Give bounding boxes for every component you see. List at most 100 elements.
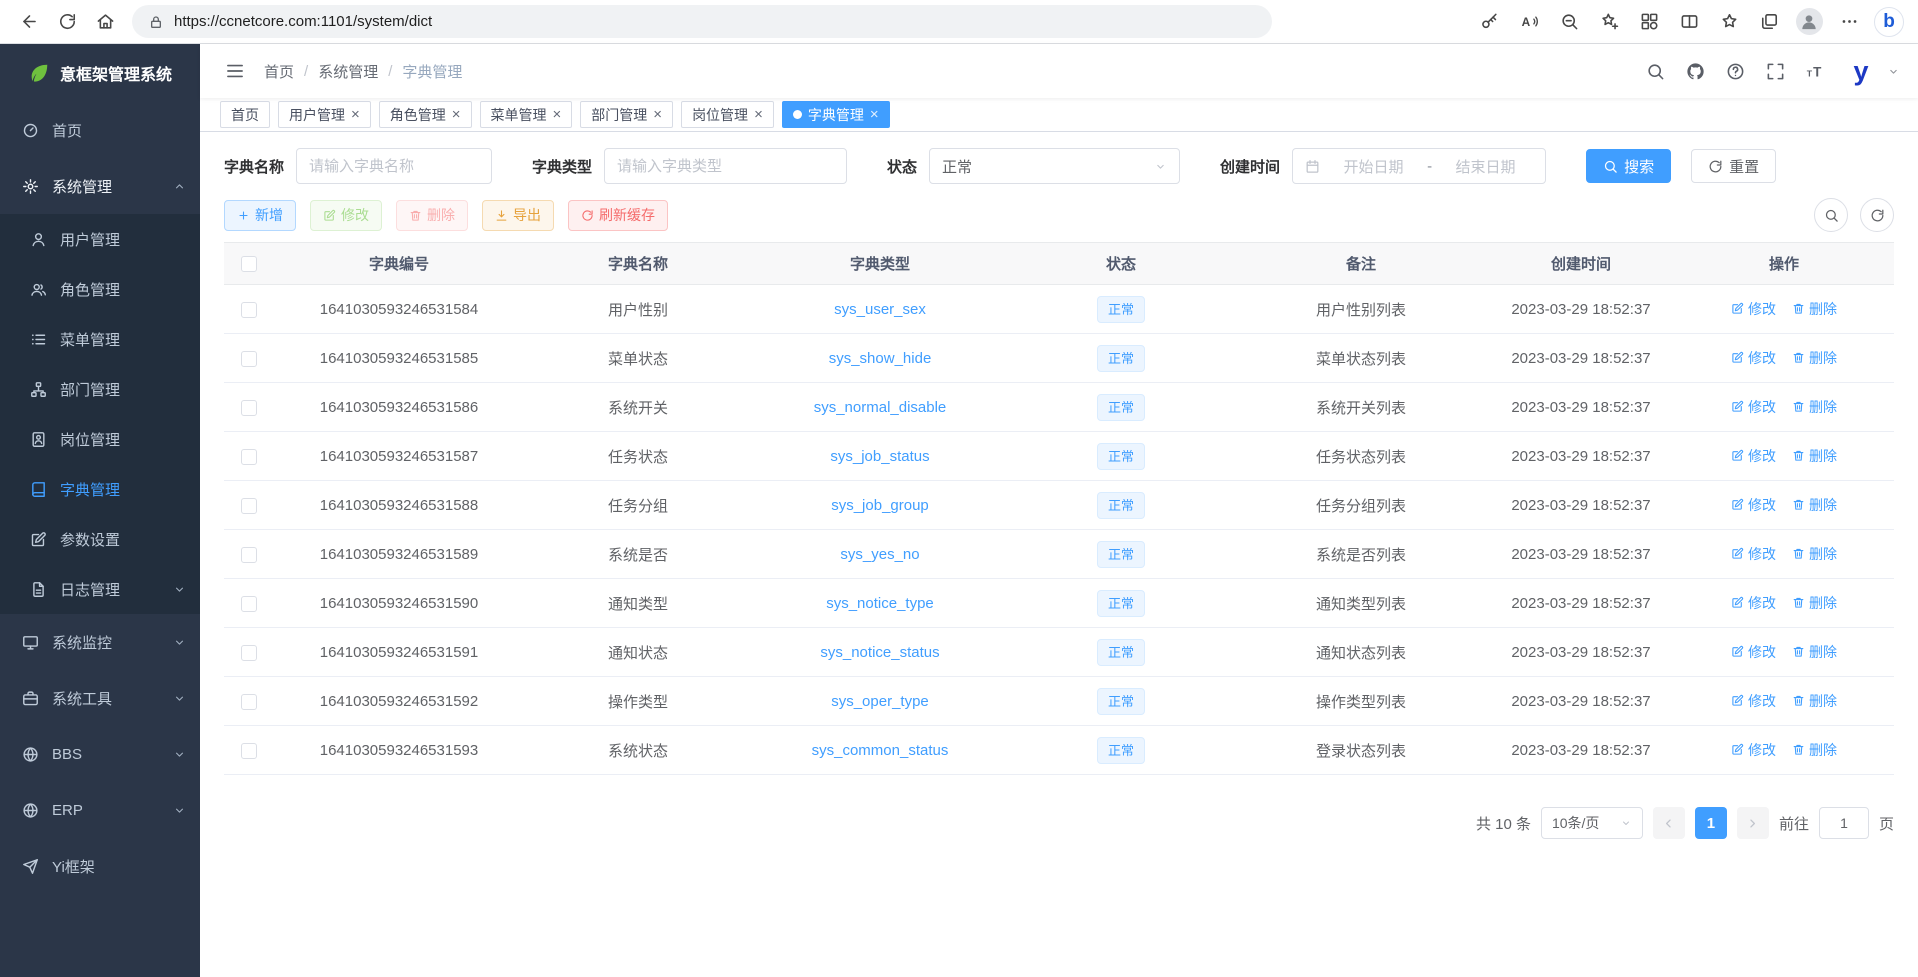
read-aloud-button[interactable]: A xyxy=(1510,4,1548,40)
address-bar[interactable]: https://ccnetcore.com:1101/system/dict xyxy=(132,5,1272,38)
dict-type-link[interactable]: sys_show_hide xyxy=(829,350,932,367)
sidebar-item-log[interactable]: 日志管理 xyxy=(0,564,200,614)
row-checkbox[interactable] xyxy=(241,645,257,661)
date-range-picker[interactable]: 开始日期 - 结束日期 xyxy=(1292,148,1546,184)
browser-back-button[interactable] xyxy=(10,4,48,40)
close-icon[interactable]: × xyxy=(870,107,879,122)
dict-type-link[interactable]: sys_job_group xyxy=(831,497,929,514)
export-button[interactable]: 导出 xyxy=(482,200,554,231)
breadcrumb-item[interactable]: 首页 xyxy=(264,61,294,82)
password-manager-button[interactable] xyxy=(1470,4,1508,40)
dict-type-link[interactable]: sys_notice_status xyxy=(820,644,939,661)
dict-type-link[interactable]: sys_user_sex xyxy=(834,301,926,318)
reset-button[interactable]: 重置 xyxy=(1691,149,1776,183)
sidebar-item-monitor[interactable]: 系统监控 xyxy=(0,614,200,670)
help-button[interactable] xyxy=(1715,44,1755,98)
sidebar-item-home[interactable]: 首页 xyxy=(0,102,200,158)
row-edit-button[interactable]: 修改 xyxy=(1731,642,1776,662)
page-size-select[interactable]: 10条/页 xyxy=(1541,807,1643,839)
browser-menu-button[interactable] xyxy=(1830,4,1868,40)
show-search-button[interactable] xyxy=(1814,198,1848,232)
tab-user[interactable]: 用户管理× xyxy=(278,101,371,128)
row-delete-button[interactable]: 删除 xyxy=(1792,348,1837,368)
sidebar-item-menu[interactable]: 菜单管理 xyxy=(0,314,200,364)
sidebar-item-tool[interactable]: 系统工具 xyxy=(0,670,200,726)
dict-type-link[interactable]: sys_oper_type xyxy=(831,693,929,710)
delete-button[interactable]: 删除 xyxy=(396,200,468,231)
close-icon[interactable]: × xyxy=(754,107,763,122)
dict-type-link[interactable]: sys_yes_no xyxy=(840,546,919,563)
row-delete-button[interactable]: 删除 xyxy=(1792,446,1837,466)
row-edit-button[interactable]: 修改 xyxy=(1731,348,1776,368)
tab-menu[interactable]: 菜单管理× xyxy=(480,101,573,128)
close-icon[interactable]: × xyxy=(553,107,562,122)
tab-home[interactable]: 首页 xyxy=(220,101,270,128)
sidebar-item-role[interactable]: 角色管理 xyxy=(0,264,200,314)
row-edit-button[interactable]: 修改 xyxy=(1731,397,1776,417)
github-button[interactable] xyxy=(1675,44,1715,98)
extensions-button[interactable] xyxy=(1630,4,1668,40)
sidebar-item-dict[interactable]: 字典管理 xyxy=(0,464,200,514)
tab-role[interactable]: 角色管理× xyxy=(379,101,472,128)
collections-button[interactable] xyxy=(1750,4,1788,40)
sidebar-item-erp[interactable]: ERP xyxy=(0,782,200,838)
dict-type-link[interactable]: sys_normal_disable xyxy=(814,399,947,416)
dict-type-input[interactable] xyxy=(617,158,834,175)
row-delete-button[interactable]: 删除 xyxy=(1792,299,1837,319)
tab-dept[interactable]: 部门管理× xyxy=(580,101,673,128)
add-favorite-button[interactable] xyxy=(1590,4,1628,40)
row-edit-button[interactable]: 修改 xyxy=(1731,593,1776,613)
font-size-button[interactable]: TT xyxy=(1795,44,1835,98)
goto-page-input[interactable] xyxy=(1820,815,1868,831)
search-button[interactable]: 搜索 xyxy=(1586,149,1671,183)
row-checkbox[interactable] xyxy=(241,743,257,759)
select-all-checkbox[interactable] xyxy=(241,256,257,272)
sidebar-item-user[interactable]: 用户管理 xyxy=(0,214,200,264)
sidebar-item-bbs[interactable]: BBS xyxy=(0,726,200,782)
row-edit-button[interactable]: 修改 xyxy=(1731,691,1776,711)
breadcrumb-item[interactable]: 系统管理 xyxy=(318,61,378,82)
row-delete-button[interactable]: 删除 xyxy=(1792,495,1837,515)
row-delete-button[interactable]: 删除 xyxy=(1792,642,1837,662)
dict-type-link[interactable]: sys_notice_type xyxy=(826,595,934,612)
sidebar-item-dept[interactable]: 部门管理 xyxy=(0,364,200,414)
browser-home-button[interactable] xyxy=(86,4,124,40)
copilot-button[interactable]: b xyxy=(1870,4,1908,40)
close-icon[interactable]: × xyxy=(351,107,360,122)
row-delete-button[interactable]: 删除 xyxy=(1792,740,1837,760)
refresh-cache-button[interactable]: 刷新缓存 xyxy=(568,200,668,231)
status-select[interactable]: 正常 xyxy=(929,148,1180,184)
row-delete-button[interactable]: 删除 xyxy=(1792,691,1837,711)
row-checkbox[interactable] xyxy=(241,400,257,416)
favorites-button[interactable] xyxy=(1710,4,1748,40)
page-number-1[interactable]: 1 xyxy=(1695,807,1727,839)
browser-refresh-button[interactable] xyxy=(48,4,86,40)
row-edit-button[interactable]: 修改 xyxy=(1731,740,1776,760)
row-checkbox[interactable] xyxy=(241,547,257,563)
prev-page-button[interactable] xyxy=(1653,807,1685,839)
header-search-button[interactable] xyxy=(1635,44,1675,98)
user-menu[interactable]: y xyxy=(1843,53,1900,89)
row-edit-button[interactable]: 修改 xyxy=(1731,544,1776,564)
row-checkbox[interactable] xyxy=(241,351,257,367)
close-icon[interactable]: × xyxy=(452,107,461,122)
sidebar-item-config[interactable]: 参数设置 xyxy=(0,514,200,564)
row-edit-button[interactable]: 修改 xyxy=(1731,495,1776,515)
add-button[interactable]: 新增 xyxy=(224,200,296,231)
sidebar-item-system[interactable]: 系统管理 xyxy=(0,158,200,214)
dict-type-link[interactable]: sys_common_status xyxy=(812,742,949,759)
fullscreen-button[interactable] xyxy=(1755,44,1795,98)
row-delete-button[interactable]: 删除 xyxy=(1792,397,1837,417)
dict-type-link[interactable]: sys_job_status xyxy=(830,448,929,465)
zoom-button[interactable] xyxy=(1550,4,1588,40)
row-checkbox[interactable] xyxy=(241,302,257,318)
profile-button[interactable] xyxy=(1790,4,1828,40)
row-checkbox[interactable] xyxy=(241,498,257,514)
tab-post[interactable]: 岗位管理× xyxy=(681,101,774,128)
site-info-icon[interactable] xyxy=(148,14,164,30)
close-icon[interactable]: × xyxy=(653,107,662,122)
tab-dict[interactable]: 字典管理× xyxy=(782,101,890,128)
row-delete-button[interactable]: 删除 xyxy=(1792,593,1837,613)
row-delete-button[interactable]: 删除 xyxy=(1792,544,1837,564)
row-checkbox[interactable] xyxy=(241,596,257,612)
